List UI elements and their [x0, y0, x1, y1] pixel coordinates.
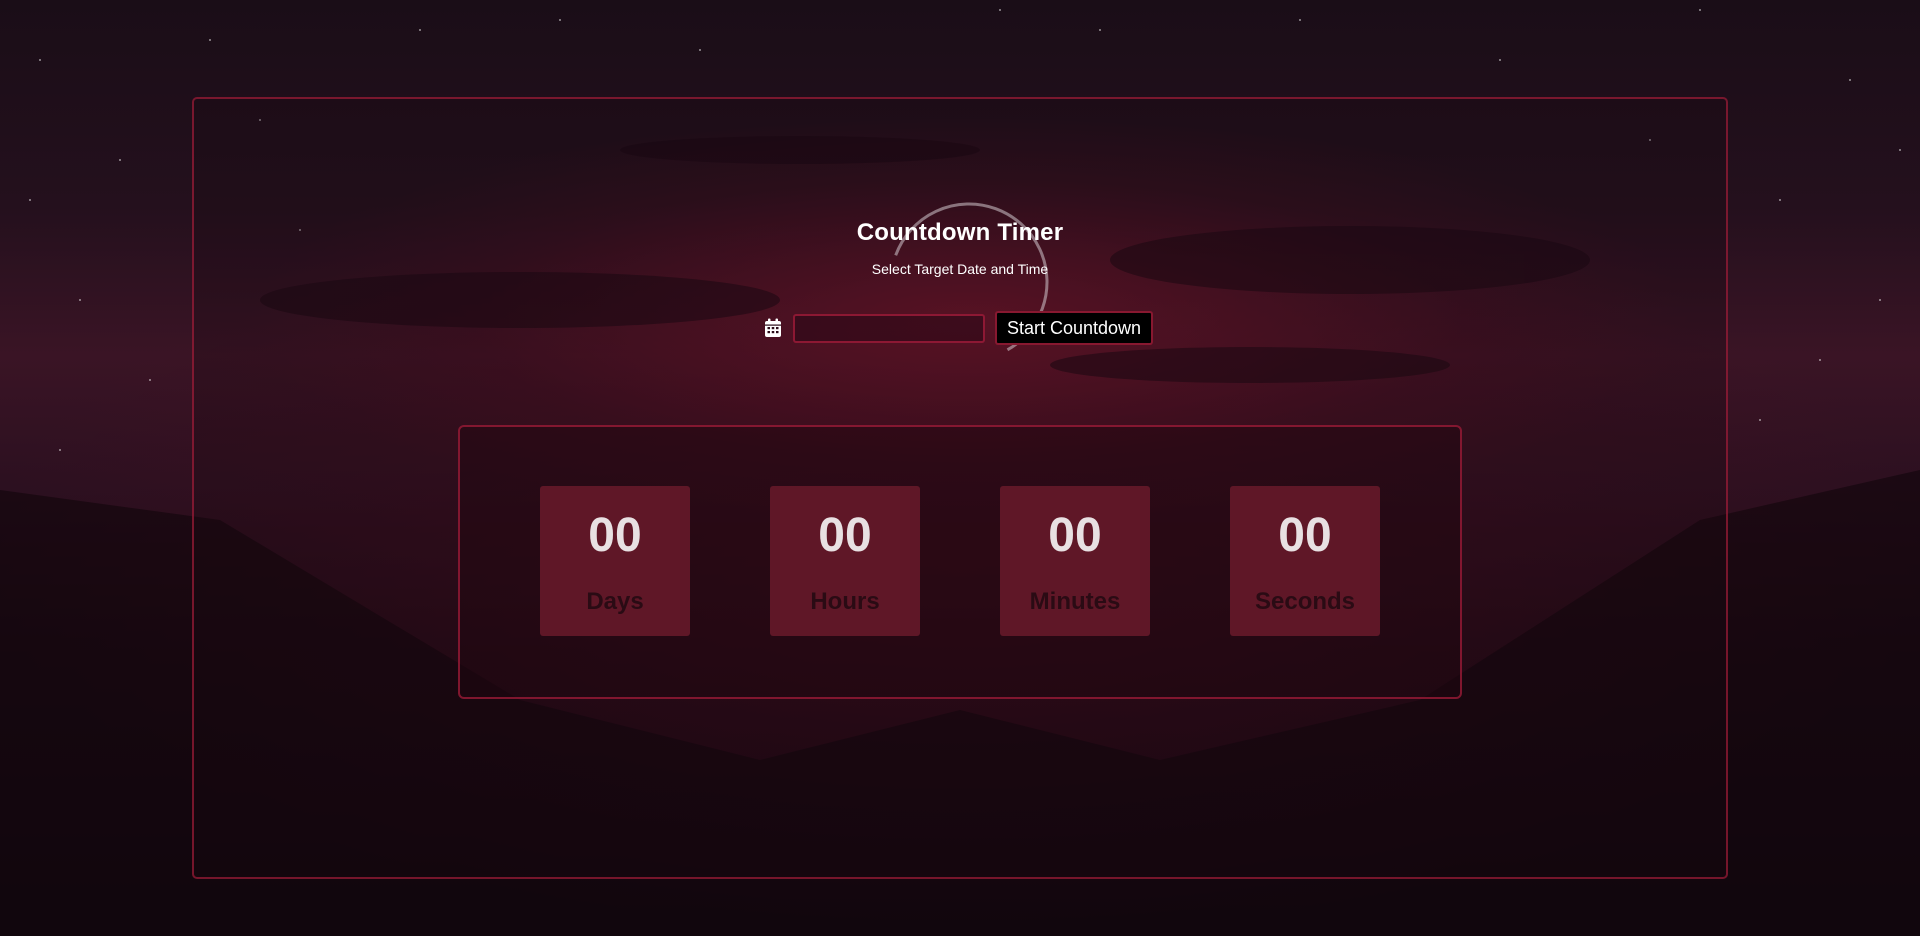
days-tile: 00 Days: [540, 486, 690, 636]
timer-panel: 00 Days 00 Hours 00 Minutes 00 Seconds: [458, 425, 1462, 699]
seconds-tile: 00 Seconds: [1230, 486, 1380, 636]
main-container: Countdown Timer Select Target Date and T…: [192, 97, 1728, 879]
hours-value: 00: [818, 509, 872, 562]
start-countdown-button[interactable]: Start Countdown: [994, 311, 1154, 345]
hours-tile: 00 Hours: [770, 486, 920, 636]
minutes-label: Minutes: [1029, 588, 1121, 615]
days-value: 00: [588, 509, 642, 562]
header: Countdown Timer Select Target Date and T…: [194, 219, 1726, 277]
hours-label: Hours: [810, 588, 880, 615]
minutes-value: 00: [1048, 509, 1102, 562]
date-time-input[interactable]: [792, 313, 985, 343]
seconds-value: 00: [1278, 509, 1332, 562]
page-title: Countdown Timer: [856, 219, 1064, 246]
timer-units: 00 Days 00 Hours 00 Minutes 00 Seconds: [540, 486, 1380, 636]
countdown-controls: Start Countdown: [192, 311, 1724, 345]
minutes-tile: 00 Minutes: [1000, 486, 1150, 636]
page-subtitle: Select Target Date and Time: [871, 261, 1049, 277]
days-label: Days: [586, 588, 644, 615]
seconds-label: Seconds: [1254, 588, 1356, 615]
calendar-icon[interactable]: [763, 317, 783, 339]
